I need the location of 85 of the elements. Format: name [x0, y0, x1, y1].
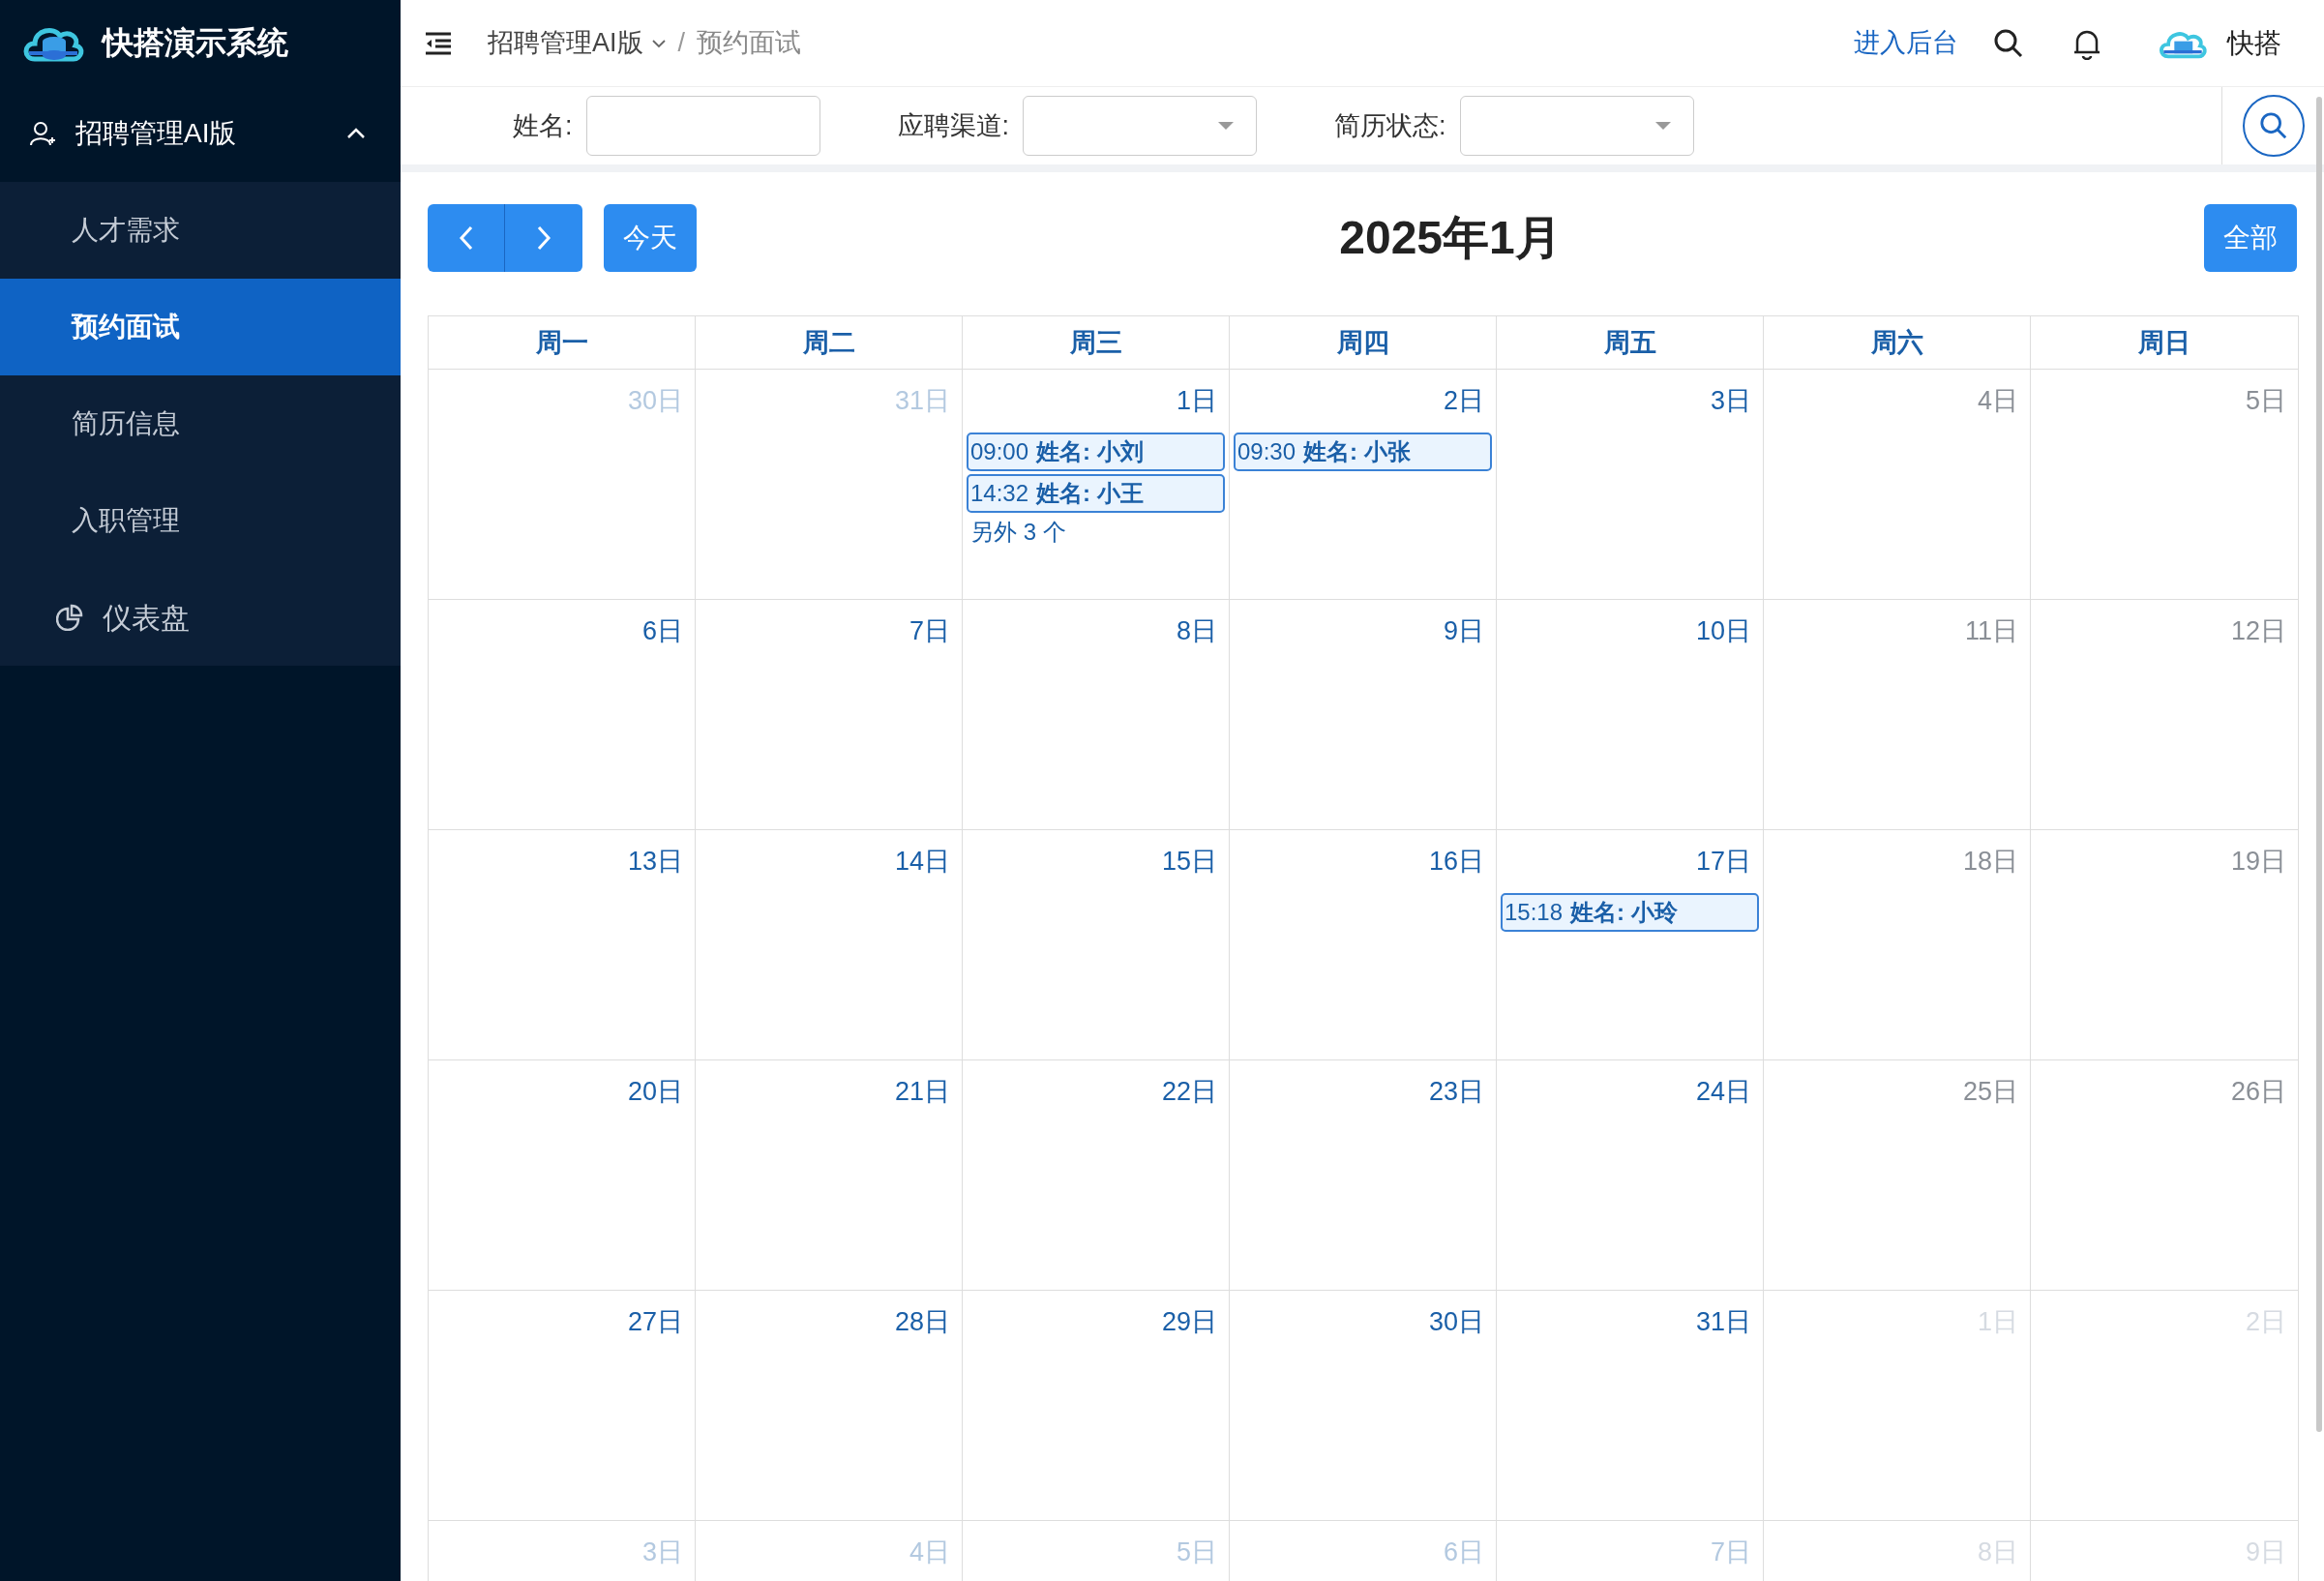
- day-number: 5日: [2245, 385, 2287, 417]
- chevron-right-icon: [535, 224, 552, 252]
- previous-month-button[interactable]: [428, 204, 505, 272]
- day-number: 9日: [1443, 615, 1485, 647]
- menu-item[interactable]: 简历信息: [0, 375, 401, 472]
- today-button[interactable]: 今天: [604, 204, 697, 272]
- day-number: 7日: [909, 615, 951, 647]
- menu-item[interactable]: 入职管理: [0, 472, 401, 569]
- day-number: 30日: [627, 385, 684, 417]
- day-number: 6日: [641, 615, 684, 647]
- day-number: 1日: [1176, 385, 1218, 417]
- weekday-header: 周三: [963, 316, 1230, 369]
- dropdown-arrow-icon: [1654, 121, 1672, 131]
- day-number: 31日: [894, 385, 951, 417]
- day-number: 7日: [1710, 1536, 1752, 1568]
- day-number: 30日: [1428, 1306, 1485, 1338]
- day-number: 27日: [627, 1306, 684, 1338]
- pie-chart-icon: [56, 604, 83, 631]
- select-field[interactable]: [1023, 96, 1258, 156]
- menu-item[interactable]: 仪表盘: [0, 569, 401, 666]
- user-name[interactable]: 快搭: [2227, 22, 2281, 64]
- day-number: 15日: [1161, 846, 1218, 878]
- more-events-link[interactable]: 另外 3 个: [967, 514, 1066, 550]
- day-number: 20日: [627, 1076, 684, 1108]
- day-number: 22日: [1161, 1076, 1218, 1108]
- filter-label: 姓名:: [513, 109, 573, 142]
- app-title: 快搭演示系统: [103, 24, 288, 62]
- all-button[interactable]: 全部: [2204, 204, 2297, 272]
- admin-link[interactable]: 进入后台: [1854, 23, 1958, 63]
- day-number: 26日: [2230, 1076, 2287, 1108]
- day-number: 8日: [1176, 615, 1218, 647]
- event-chip[interactable]: 09:00 姓名: 小刘: [967, 432, 1225, 471]
- chevron-left-icon: [457, 224, 475, 252]
- weekday-header: 周二: [696, 316, 963, 369]
- day-number: 14日: [894, 846, 951, 878]
- day-number: 21日: [894, 1076, 951, 1108]
- day-number: 4日: [1977, 385, 2019, 417]
- day-number: 3日: [1710, 385, 1752, 417]
- day-number: 10日: [1695, 615, 1752, 647]
- search-button[interactable]: [2242, 95, 2305, 157]
- calendar-title: 2025年1月: [1339, 211, 1562, 265]
- weekday-header: 周五: [1497, 316, 1764, 369]
- menu-item[interactable]: 预约面试: [0, 279, 401, 375]
- day-number: 19日: [2230, 846, 2287, 878]
- search-icon: [2258, 111, 2288, 140]
- text-input[interactable]: [585, 96, 820, 156]
- day-number: 11日: [1964, 615, 2019, 647]
- day-number: 5日: [1176, 1536, 1218, 1568]
- next-month-button[interactable]: [505, 204, 582, 272]
- breadcrumb-separator: /: [677, 27, 686, 60]
- event-chip[interactable]: 14:32 姓名: 小王: [967, 473, 1225, 513]
- day-number: 29日: [1161, 1306, 1218, 1338]
- event-chip[interactable]: 09:30 姓名: 小张: [1234, 432, 1492, 471]
- menu-item[interactable]: 人才需求: [0, 182, 401, 279]
- day-number: 3日: [641, 1536, 684, 1568]
- day-number: 18日: [1962, 846, 2019, 878]
- day-number: 6日: [1443, 1536, 1485, 1568]
- event-chip[interactable]: 15:18 姓名: 小玲: [1501, 892, 1759, 932]
- weekday-header: 周六: [1764, 316, 2031, 369]
- filter-label: 简历状态:: [1334, 109, 1446, 142]
- search-icon[interactable]: [1993, 27, 2024, 59]
- select-field[interactable]: [1459, 96, 1694, 156]
- menu-group[interactable]: 招聘管理AI版: [0, 85, 401, 182]
- day-number: 17日: [1695, 846, 1752, 878]
- day-number: 23日: [1428, 1076, 1485, 1108]
- day-number: 13日: [627, 846, 684, 878]
- weekday-header: 周日: [2137, 326, 2191, 359]
- day-number: 16日: [1428, 846, 1485, 878]
- chevron-down-icon: [650, 38, 667, 48]
- scrollbar-thumb[interactable]: [2316, 97, 2322, 1432]
- dropdown-arrow-icon: [1217, 121, 1236, 131]
- day-number: 31日: [1695, 1306, 1752, 1338]
- day-number: 28日: [894, 1306, 951, 1338]
- breadcrumb-link[interactable]: 招聘管理AI版: [488, 23, 667, 63]
- day-number: 4日: [909, 1536, 951, 1568]
- user-icon: [29, 120, 56, 147]
- day-number: 12日: [2230, 615, 2287, 647]
- day-number: 25日: [1962, 1076, 2019, 1108]
- menu-fold-icon[interactable]: [424, 30, 453, 56]
- day-number: 2日: [1443, 385, 1485, 417]
- chevron-up-icon: [346, 128, 366, 139]
- weekday-header: 周一: [429, 316, 696, 369]
- filter-label: 应聘渠道:: [897, 109, 1010, 142]
- weekday-header: 周四: [1230, 316, 1497, 369]
- day-number: 24日: [1695, 1076, 1752, 1108]
